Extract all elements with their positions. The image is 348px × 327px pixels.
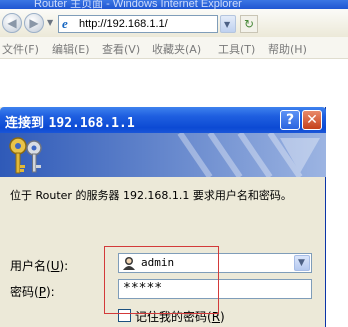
browser-address-bar: ◀ ▶ ▼ e http://192.168.1.1/ ▼ ↻ [0, 9, 348, 37]
history-dropdown-icon[interactable]: ▼ [47, 18, 53, 27]
user-avatar-icon [123, 257, 135, 270]
refresh-icon: ↻ [243, 17, 255, 31]
remember-password-checkbox[interactable] [118, 309, 131, 322]
browser-menubar: 文件(F) 编辑(E) 查看(V) 收藏夹(A) 工具(T) 帮助(H) [0, 37, 348, 59]
back-button[interactable]: ◀ [2, 13, 22, 33]
address-text: http://192.168.1.1/ [79, 18, 168, 30]
password-label: 密码(P): [10, 285, 55, 299]
password-label-text: 密码 [10, 285, 35, 299]
username-dropdown-button[interactable]: ▼ [294, 255, 310, 271]
address-input[interactable]: e http://192.168.1.1/ [58, 15, 218, 33]
password-value: ***** [123, 281, 163, 296]
remember-password-label: 记住我的密码(R) [135, 310, 225, 324]
chevron-down-icon: ▼ [298, 258, 305, 268]
password-accesskey: P [38, 285, 46, 299]
back-arrow-icon: ◀ [7, 16, 17, 30]
login-dialog: 连接到 192.168.1.1 ? ✕ 位于 Router 的服务器 192.1… [0, 107, 326, 327]
menu-help[interactable]: 帮助(H) [268, 41, 307, 57]
refresh-button[interactable]: ↻ [240, 15, 258, 33]
forward-arrow-icon: ▶ [29, 16, 39, 30]
remember-accesskey: R [211, 310, 221, 324]
username-accesskey: U [50, 259, 60, 273]
browser-window-title: Router 主页面 - Windows Internet Explorer [34, 0, 242, 9]
address-dropdown-button[interactable]: ▼ [220, 15, 236, 33]
password-field[interactable]: ***** [118, 279, 312, 299]
menu-tools[interactable]: 工具(T) [218, 41, 255, 57]
username-label: 用户名(U): [10, 259, 69, 273]
dialog-banner [0, 133, 326, 177]
dialog-body: 位于 Router 的服务器 192.168.1.1 要求用户名和密码。 用户名… [0, 177, 326, 327]
remember-password-text: 记住我的密码 [135, 310, 208, 324]
menu-file[interactable]: 文件(F) [2, 41, 39, 57]
dialog-titlebar[interactable]: 连接到 192.168.1.1 ? ✕ [0, 107, 326, 133]
auth-message: 位于 Router 的服务器 192.168.1.1 要求用户名和密码。 [10, 189, 292, 202]
browser-titlebar: Router 主页面 - Windows Internet Explorer [0, 0, 348, 9]
close-button[interactable]: ✕ [302, 110, 322, 130]
forward-button[interactable]: ▶ [24, 13, 44, 33]
banner-decoration [177, 133, 320, 177]
help-button[interactable]: ? [280, 110, 300, 130]
menu-view[interactable]: 查看(V) [102, 41, 140, 57]
menu-edit[interactable]: 编辑(E) [52, 41, 90, 57]
username-value: admin [141, 256, 175, 269]
username-label-text: 用户名 [10, 259, 47, 273]
keys-icon [9, 137, 42, 174]
dialog-title-prefix: 连接到 [5, 116, 45, 131]
chevron-down-icon: ▼ [224, 20, 231, 29]
username-combo[interactable]: admin ▼ [118, 253, 312, 273]
dialog-title: 连接到 192.168.1.1 [5, 112, 135, 131]
menu-favorites[interactable]: 收藏夹(A) [152, 41, 201, 57]
close-icon: ✕ [306, 112, 318, 128]
dialog-title-host: 192.168.1.1 [48, 116, 135, 131]
help-icon: ? [285, 112, 295, 128]
ie-page-icon: e [62, 16, 68, 31]
